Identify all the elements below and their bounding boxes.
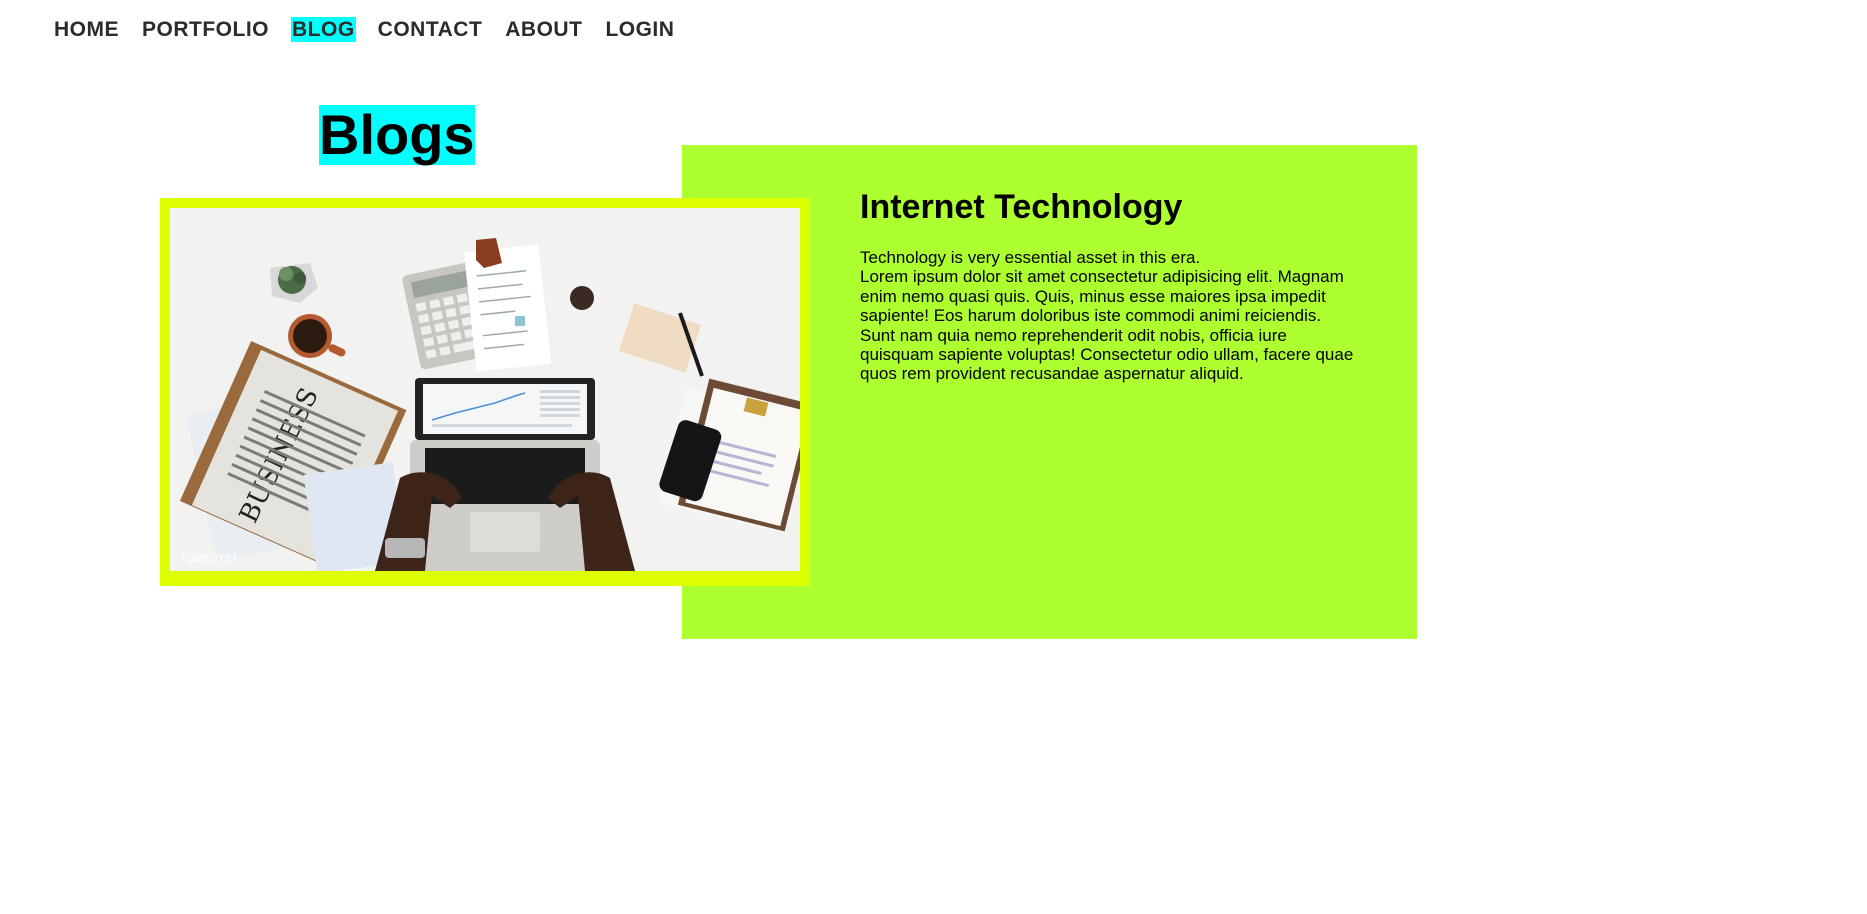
page-title: Blogs bbox=[319, 103, 475, 166]
post-image: BUSINESS rawpixel bbox=[170, 208, 800, 571]
blog-page: HOME PORTFOLIO BLOG CONTACT ABOUT LOGIN … bbox=[0, 0, 1867, 914]
workspace-photo-illustration: BUSINESS rawpixel bbox=[170, 208, 800, 571]
post-paragraph: Sunt nam quia nemo reprehenderit odit no… bbox=[860, 325, 1354, 384]
nav-blog-link[interactable]: BLOG bbox=[291, 17, 356, 42]
nav-contact-link[interactable]: CONTACT bbox=[377, 17, 484, 42]
post-title: Internet Technology bbox=[860, 188, 1183, 226]
blog-post: Internet Technology Technology is very e… bbox=[860, 188, 1365, 384]
main-navigation: HOME PORTFOLIO BLOG CONTACT ABOUT LOGIN bbox=[53, 17, 675, 42]
image-watermark: rawpixel bbox=[182, 549, 237, 566]
nav-home-link[interactable]: HOME bbox=[53, 17, 120, 42]
post-body: Technology is very essential asset in th… bbox=[860, 248, 1365, 384]
nav-portfolio-link[interactable]: PORTFOLIO bbox=[141, 17, 270, 42]
post-intro: Technology is very essential asset in th… bbox=[860, 248, 1201, 267]
post-paragraph: Lorem ipsum dolor sit amet consectetur a… bbox=[860, 267, 1344, 326]
nav-about-link[interactable]: ABOUT bbox=[504, 17, 583, 42]
laptop-graphic bbox=[410, 378, 600, 571]
desk-bell-graphic bbox=[570, 286, 594, 310]
nav-login-link[interactable]: LOGIN bbox=[604, 17, 675, 42]
post-image-frame: BUSINESS rawpixel bbox=[160, 198, 810, 586]
notes-graphic bbox=[463, 238, 552, 372]
